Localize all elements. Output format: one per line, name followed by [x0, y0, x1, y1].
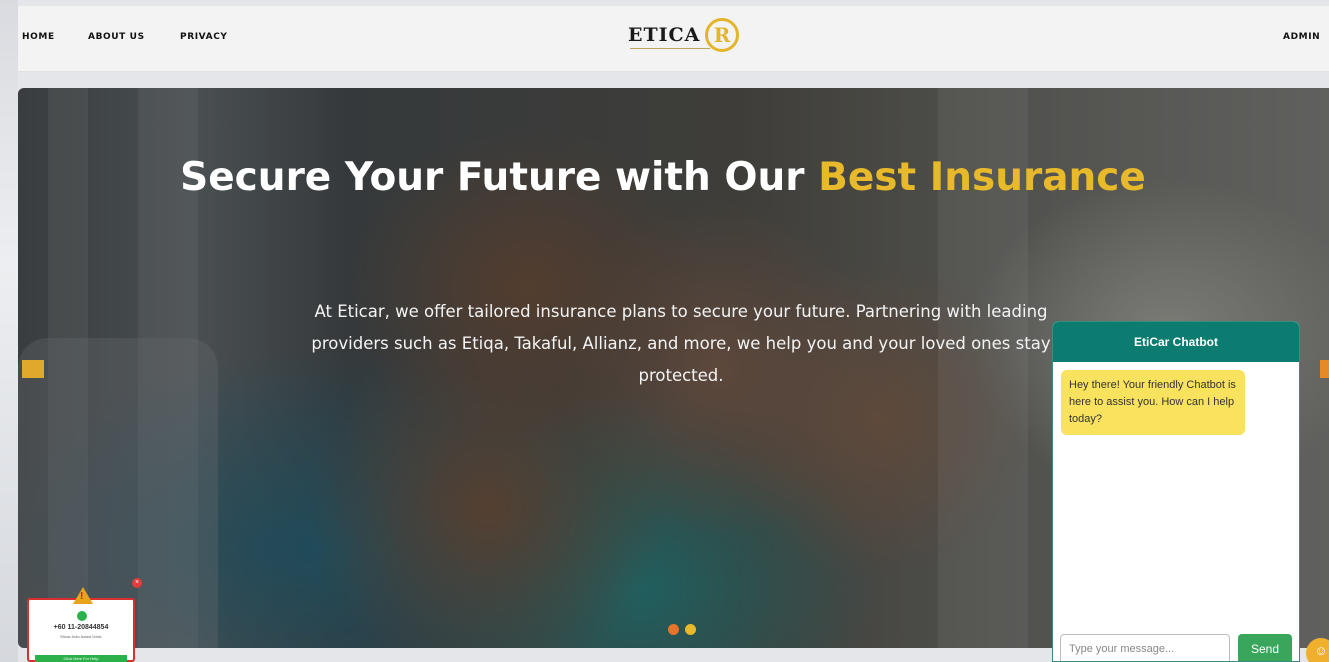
page-background — [0, 0, 18, 662]
logo-underline — [630, 48, 710, 51]
logo-wordmark: ETICA — [628, 24, 701, 46]
nav-about-link[interactable]: ABOUT US — [88, 32, 145, 42]
close-icon[interactable]: × — [132, 578, 142, 588]
nav-privacy-link[interactable]: PRIVACY — [180, 32, 228, 42]
nav-home-link[interactable]: HOME — [22, 32, 55, 42]
chat-message-input[interactable] — [1060, 634, 1230, 661]
eticar-logo[interactable]: ETICA R — [628, 18, 740, 60]
whatsapp-icon — [77, 611, 87, 621]
hero-description: At Eticar, we offer tailored insurance p… — [311, 302, 1051, 385]
logo-r-mark: R — [705, 18, 739, 52]
chatbot-panel: EtiCar Chatbot Hey there! Your friendly … — [1052, 321, 1300, 662]
carousel-dot-1[interactable] — [668, 624, 679, 635]
chat-bubble-icon[interactable]: ☺ — [1306, 638, 1329, 662]
carousel-prev-button[interactable] — [22, 360, 44, 378]
hero-title-accent: Best Insurance — [818, 155, 1146, 200]
carousel-next-button[interactable] — [1320, 360, 1329, 378]
chatbot-greeting-message: Hey there! Your friendly Chatbot is here… — [1061, 370, 1245, 435]
hero-title: Secure Your Future with Our Best Insuran… — [18, 140, 1308, 216]
carousel-dot-2[interactable] — [685, 624, 696, 635]
chat-send-button[interactable]: Send — [1238, 634, 1292, 661]
warning-exclamation: ! — [80, 591, 84, 602]
whatsapp-phone: +60 11-20844854 — [53, 624, 109, 631]
whatsapp-subtitle: Eticar Auto Assist Desk — [60, 634, 102, 639]
chatbot-header: EtiCar Chatbot — [1053, 322, 1299, 362]
whatsapp-help-button[interactable]: Click Here For Help — [35, 655, 127, 662]
whatsapp-help-widget[interactable]: +60 11-20844854 Eticar Auto Assist Desk … — [27, 598, 135, 662]
top-navbar: HOME ABOUT US PRIVACY ADMIN ETICA R — [18, 6, 1329, 72]
hero-title-main: Secure Your Future with Our — [180, 155, 819, 200]
nav-admin-link[interactable]: ADMIN — [1283, 32, 1320, 42]
